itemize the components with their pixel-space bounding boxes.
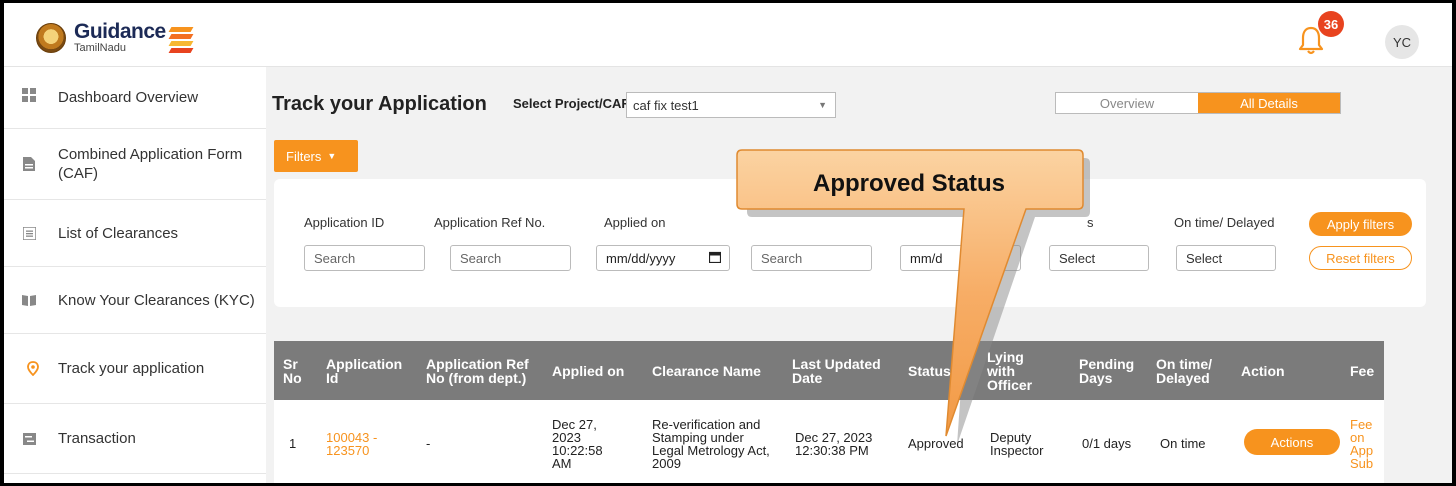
- filters-button[interactable]: Filters ▼: [274, 140, 358, 172]
- filter-label-applied-on: Applied on: [604, 215, 666, 230]
- sidebar-item-caf[interactable]: Combined Application Form (CAF): [4, 129, 266, 200]
- cell-applied-on: Dec 27, 2023 10:22:58 AM: [552, 416, 603, 471]
- document-icon: [22, 157, 36, 171]
- select-project-label: Select Project/CAF: [513, 96, 630, 111]
- column-header: Last Updated Date: [792, 355, 881, 386]
- column-header: Fee: [1350, 362, 1375, 379]
- grid-icon: [22, 88, 36, 102]
- cell-ref-no: -: [426, 436, 431, 451]
- column-header: Action: [1241, 362, 1285, 379]
- cell-pending-days: 0/1 days: [1082, 436, 1132, 451]
- sidebar-item-label: Transaction: [58, 430, 136, 447]
- sidebar: Dashboard Overview Combined Application …: [4, 67, 266, 483]
- callout-label: Approved Status: [812, 170, 1006, 197]
- fee-link[interactable]: Fee on App Sub: [1350, 400, 1378, 483]
- application-id-search-input[interactable]: Search: [304, 245, 425, 271]
- tab-all-details[interactable]: All Details: [1198, 93, 1340, 113]
- location-pin-icon: [26, 361, 40, 376]
- sidebar-item-clearances[interactable]: List of Clearances: [4, 200, 266, 267]
- table-header: Sr No Application Id Application Ref No …: [274, 341, 1384, 400]
- cell-clearance-name: Re-verification and Stamping under Legal…: [652, 416, 770, 471]
- column-header: Pending Days: [1079, 355, 1135, 386]
- transaction-icon: [22, 432, 36, 446]
- caret-down-icon: ▼: [327, 151, 337, 161]
- application-id-link[interactable]: 100043 - 123570: [326, 400, 384, 483]
- app-window: Guidance TamilNadu 36 YC Dashboard Overv…: [4, 3, 1452, 483]
- calendar-icon[interactable]: [708, 251, 722, 266]
- status-select[interactable]: Select: [1049, 245, 1149, 271]
- column-header: Clearance Name: [652, 362, 761, 379]
- filter-panel: Application ID Application Ref No. Appli…: [274, 179, 1426, 307]
- top-bar: Guidance TamilNadu 36 YC: [4, 3, 1452, 67]
- column-header: Lying with Officer: [987, 348, 1033, 393]
- main-content: Track your Application Select Project/CA…: [266, 67, 1452, 483]
- flag-icon: [168, 24, 194, 53]
- column-header: Application Ref No (from dept.): [426, 355, 529, 386]
- sidebar-item-label: Know Your Clearances (KYC): [58, 291, 255, 309]
- sidebar-item-dashboard[interactable]: Dashboard Overview: [4, 67, 266, 129]
- view-toggle: Overview All Details: [1055, 92, 1341, 114]
- logo-title: Guidance: [74, 20, 166, 43]
- last-updated-date-input[interactable]: mm/d: [900, 245, 1021, 271]
- logo-subtitle: TamilNadu: [74, 42, 126, 54]
- page-title: Track your Application: [272, 93, 487, 115]
- tab-overview[interactable]: Overview: [1056, 93, 1198, 113]
- clearance-search-input[interactable]: Search: [751, 245, 872, 271]
- sidebar-item-label: Combined Application Form (CAF): [58, 146, 243, 182]
- on-time-select[interactable]: Select: [1176, 245, 1276, 271]
- column-header: Sr No: [283, 355, 302, 386]
- filter-label-ref-no: Application Ref No.: [434, 215, 546, 230]
- project-select[interactable]: caf fix test1 ▼: [626, 92, 836, 118]
- actions-button[interactable]: Actions: [1244, 429, 1340, 455]
- column-header: Applied on: [552, 362, 625, 379]
- avatar[interactable]: YC: [1385, 25, 1419, 59]
- filter-label-application-id: Application ID: [304, 215, 385, 230]
- column-header: Status: [908, 362, 951, 379]
- list-icon: [22, 226, 36, 240]
- table-row: 1 100043 - 123570 - Dec 27, 2023 10:22:5…: [274, 400, 1384, 483]
- cell-sr: 1: [289, 436, 297, 451]
- chevron-down-icon: ▼: [818, 100, 827, 110]
- applied-on-date-input[interactable]: mm/dd/yyyy: [596, 245, 730, 271]
- book-icon: [22, 293, 36, 307]
- guidance-logo[interactable]: Guidance TamilNadu: [36, 20, 194, 54]
- cell-on-time: On time: [1160, 436, 1206, 451]
- sidebar-item-kyc[interactable]: Know Your Clearances (KYC): [4, 267, 266, 334]
- cell-lying-with: Deputy Inspector: [990, 429, 1044, 458]
- column-header: Application Id: [326, 355, 403, 386]
- filter-label-on-time: On time/ Delayed: [1174, 215, 1275, 230]
- sidebar-item-transaction[interactable]: Transaction: [4, 404, 266, 474]
- column-header: On time/ Delayed: [1156, 355, 1213, 386]
- emblem-icon: [36, 22, 66, 53]
- cell-last-updated: Dec 27, 2023 12:30:38 PM: [795, 429, 873, 458]
- reset-filters-button[interactable]: Reset filters: [1309, 246, 1412, 270]
- sidebar-item-label: List of Clearances: [58, 224, 179, 242]
- sidebar-item-track[interactable]: Track your application: [4, 334, 266, 404]
- notification-badge[interactable]: 36: [1318, 11, 1344, 37]
- apply-filters-button[interactable]: Apply filters: [1309, 212, 1412, 236]
- application-ref-search-input[interactable]: Search: [450, 245, 571, 271]
- sidebar-item-label: Track your application: [58, 360, 205, 377]
- sidebar-item-label: Dashboard Overview: [58, 89, 199, 106]
- status-badge: Approved: [908, 436, 964, 451]
- filter-label-status: s: [1087, 215, 1094, 230]
